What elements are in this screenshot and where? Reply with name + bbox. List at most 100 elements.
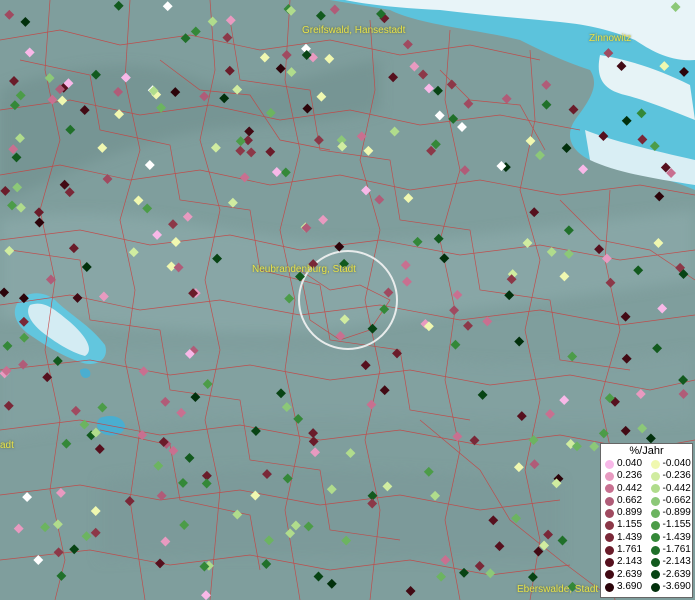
station-marker[interactable] (529, 207, 540, 218)
station-marker[interactable] (313, 571, 324, 582)
station-marker[interactable] (326, 578, 337, 589)
station-marker[interactable] (424, 83, 434, 94)
station-marker[interactable] (598, 428, 609, 439)
station-marker[interactable] (308, 428, 319, 439)
station-marker[interactable] (90, 506, 101, 516)
station-marker[interactable] (652, 343, 663, 354)
station-marker[interactable] (286, 67, 297, 78)
station-marker[interactable] (418, 69, 429, 80)
station-marker[interactable] (529, 459, 540, 470)
station-marker[interactable] (261, 559, 272, 569)
station-marker[interactable] (434, 110, 445, 121)
station-marker[interactable] (433, 85, 443, 96)
station-marker[interactable] (40, 522, 51, 533)
station-marker[interactable] (525, 135, 536, 146)
map-view[interactable]: Greifswald, Hansestadt Zinnowitz Neubran… (0, 0, 695, 600)
station-marker[interactable] (184, 452, 195, 463)
station-marker[interactable] (190, 26, 201, 37)
station-marker[interactable] (224, 65, 235, 76)
station-marker[interactable] (61, 438, 72, 449)
station-marker[interactable] (235, 145, 246, 156)
station-marker[interactable] (182, 211, 193, 222)
station-marker[interactable] (69, 544, 80, 555)
station-marker[interactable] (345, 448, 356, 459)
station-marker[interactable] (13, 523, 24, 534)
station-marker[interactable] (33, 555, 44, 565)
station-marker[interactable] (389, 126, 400, 137)
station-marker[interactable] (271, 167, 282, 177)
station-marker[interactable] (324, 53, 335, 64)
station-marker[interactable] (654, 191, 665, 202)
station-marker[interactable] (402, 39, 413, 50)
station-marker[interactable] (162, 1, 173, 12)
station-marker[interactable] (589, 441, 600, 452)
station-marker[interactable] (19, 332, 30, 343)
station-marker[interactable] (356, 131, 367, 142)
station-marker[interactable] (155, 558, 165, 569)
place-label-eberswalde[interactable]: Eberswalde, Stadt (517, 584, 598, 595)
station-marker[interactable] (259, 52, 270, 63)
station-marker[interactable] (457, 122, 467, 132)
station-marker[interactable] (90, 527, 101, 538)
station-marker[interactable] (222, 32, 233, 43)
place-label-greifswald[interactable]: Greifswald, Hansestadt (302, 25, 405, 36)
station-marker[interactable] (363, 145, 374, 156)
station-marker[interactable] (315, 10, 326, 21)
place-label-cut-off[interactable]: adt (0, 440, 14, 451)
station-marker[interactable] (459, 165, 470, 176)
station-marker[interactable] (567, 351, 578, 362)
station-marker[interactable] (180, 33, 191, 44)
station-marker[interactable] (528, 435, 539, 445)
station-marker[interactable] (94, 444, 105, 454)
station-marker[interactable] (53, 547, 64, 558)
station-marker[interactable] (409, 61, 420, 72)
station-marker[interactable] (239, 172, 250, 183)
station-marker[interactable] (102, 174, 113, 184)
station-marker[interactable] (22, 492, 33, 503)
station-marker[interactable] (59, 179, 70, 190)
station-marker[interactable] (469, 435, 480, 446)
station-marker[interactable] (318, 214, 329, 225)
station-marker[interactable] (620, 311, 631, 322)
station-marker[interactable] (527, 572, 538, 583)
station-marker[interactable] (55, 487, 66, 498)
station-marker[interactable] (113, 0, 124, 11)
station-marker[interactable] (374, 194, 385, 205)
station-marker[interactable] (485, 568, 496, 579)
station-marker[interactable] (52, 519, 63, 530)
station-marker[interactable] (24, 47, 35, 58)
station-marker[interactable] (210, 142, 221, 153)
station-marker[interactable] (388, 72, 399, 83)
station-marker[interactable] (275, 63, 286, 74)
station-marker[interactable] (133, 195, 144, 206)
station-marker[interactable] (225, 15, 236, 26)
station-marker[interactable] (367, 323, 378, 334)
station-marker[interactable] (482, 316, 493, 327)
station-marker[interactable] (207, 16, 218, 27)
station-marker[interactable] (335, 331, 346, 341)
station-marker[interactable] (405, 586, 416, 596)
station-marker[interactable] (310, 447, 321, 458)
station-marker[interactable] (561, 143, 572, 154)
station-marker[interactable] (265, 146, 276, 157)
station-marker[interactable] (578, 164, 589, 175)
station-marker[interactable] (2, 340, 13, 351)
station-marker[interactable] (463, 320, 473, 331)
station-marker[interactable] (235, 136, 246, 147)
station-marker[interactable] (246, 147, 257, 158)
station-marker[interactable] (474, 561, 485, 571)
station-marker[interactable] (142, 203, 153, 214)
station-marker[interactable] (56, 570, 67, 581)
station-marker[interactable] (450, 339, 461, 350)
station-marker[interactable] (281, 50, 292, 60)
station-marker[interactable] (620, 425, 631, 436)
station-marker[interactable] (168, 445, 179, 456)
place-label-zinnowitz[interactable]: Zinnowitz (589, 33, 631, 44)
place-label-neubrandenburg[interactable]: Neubrandenburg, Stadt (252, 264, 356, 275)
station-marker[interactable] (535, 150, 545, 161)
station-marker[interactable] (153, 460, 164, 471)
station-marker[interactable] (4, 9, 15, 20)
station-marker[interactable] (541, 99, 552, 110)
station-marker[interactable] (637, 423, 648, 434)
station-marker[interactable] (446, 79, 457, 90)
